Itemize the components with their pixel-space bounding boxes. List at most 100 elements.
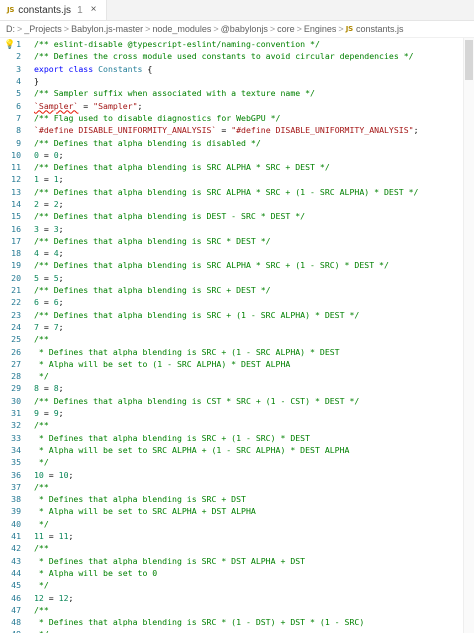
code-line[interactable]: 17 /** Defines that alpha blending is SRC… [0,235,474,247]
breadcrumb-item[interactable]: Babylon.js-master [71,24,143,34]
code-line[interactable]: 46 12 = 12; [0,591,474,603]
line-number: 32 [11,420,21,431]
lightbulb-icon[interactable]: 💡 [4,39,15,51]
code-line[interactable]: 18 4 = 4; [0,247,474,259]
code-line[interactable]: 20 5 = 5; [0,272,474,284]
code-text: 4 = 4; [34,248,64,259]
code-line[interactable]: 5 /** Sampler suffix when associated with… [0,87,474,99]
code-line[interactable]: 33 * Defines that alpha blending is SRC … [0,432,474,444]
line-number: 49 [0,629,34,633]
code-text: /** [34,543,49,554]
code-line[interactable]: 15 /** Defines that alpha blending is DES… [0,210,474,222]
code-line[interactable]: 26 * Defines that alpha blending is SRC … [0,345,474,357]
code-line[interactable]: 37 /** [0,481,474,493]
line-number: 7 [16,112,21,123]
line-number: 3 [16,63,21,74]
code-line[interactable]: 41 11 = 11; [0,530,474,542]
code-line[interactable]: 23 /** Defines that alpha blending is SRC… [0,309,474,321]
line-number: 19 [11,260,21,271]
line-number: 48 [11,617,21,628]
code-line[interactable]: 12 1 = 1; [0,173,474,185]
code-line[interactable]: 49 */ [0,628,474,633]
code-line[interactable]: 16 3 = 3; [0,222,474,234]
code-line[interactable]: 1 💡 /** eslint-disable @typescript-eslint/… [0,38,474,50]
line-number: 29 [11,383,21,394]
code-line[interactable]: 38 * Defines that alpha blending is SRC … [0,493,474,505]
line-number: 31 [11,408,21,419]
code-text: 10 = 10; [34,469,74,480]
code-line[interactable]: 29 8 = 8; [0,382,474,394]
code-line[interactable]: 27 * Alpha will be set to (1 - SRC ALPHA… [0,358,474,370]
breadcrumb-item[interactable]: _Projects [24,24,62,34]
close-icon[interactable]: × [91,5,97,15]
line-number: 46 [11,592,21,603]
code-line[interactable]: 14 2 = 2; [0,198,474,210]
code-line[interactable]: 30 /** Defines that alpha blending is CST… [0,395,474,407]
code-text: */ [34,580,49,591]
code-line[interactable]: 42 /** [0,542,474,554]
code-text: /** Defines that alpha blending is SRC A… [34,186,419,197]
code-text: export class Constants { [34,63,153,74]
code-line[interactable]: 6 `Sampler` = "Sampler"; [0,99,474,111]
line-number: 24 [11,321,21,332]
code-line[interactable]: 24 7 = 7; [0,321,474,333]
code-line[interactable]: 43 * Defines that alpha blending is SRC … [0,554,474,566]
code-line[interactable]: 36 10 = 10; [0,468,474,480]
code-line[interactable]: 13 /** Defines that alpha blending is SRC… [0,186,474,198]
code-line[interactable]: 35 */ [0,456,474,468]
line-number: 2 [16,51,21,62]
javascript-file-icon: JS [345,25,353,33]
code-text: /** Defines the cross module used consta… [34,51,414,62]
code-text: /** [34,604,49,615]
line-number: 40 [11,518,21,529]
code-line[interactable]: 32 /** [0,419,474,431]
vertical-scrollbar[interactable] [463,38,474,633]
line-number: 42 [11,543,21,554]
line-number: 36 [11,469,21,480]
breadcrumb-item[interactable]: D: [6,24,15,34]
code-line[interactable]: 28 */ [0,370,474,382]
code-text: */ [34,457,49,468]
code-line[interactable]: 39 * Alpha will be set to SRC ALPHA + DS… [0,505,474,517]
code-line[interactable]: 44 * Alpha will be set to 0 [0,567,474,579]
breadcrumb-item[interactable]: Engines [304,24,337,34]
scrollbar-thumb[interactable] [465,40,473,80]
code-line[interactable]: 11 /** Defines that alpha blending is SRC… [0,161,474,173]
code-line[interactable]: 22 6 = 6; [0,296,474,308]
line-number: 23 [11,309,21,320]
code-text: 8 = 8; [34,383,64,394]
code-line[interactable]: 4} [0,75,474,87]
tab-constants-js[interactable]: JS constants.js 1 × [0,0,108,20]
code-line[interactable]: 47 /** [0,604,474,616]
code-line[interactable]: 45 */ [0,579,474,591]
code-line[interactable]: 7 /** Flag used to disable diagnostics fo… [0,112,474,124]
code-line[interactable]: 40 */ [0,518,474,530]
breadcrumb-item[interactable]: node_modules [152,24,211,34]
breadcrumb-item[interactable]: core [277,24,295,34]
line-number: 5 [16,88,21,99]
code-line[interactable]: 8 `#define DISABLE_UNIFORMITY_ANALYSIS` =… [0,124,474,136]
code-line[interactable]: 2 /** Defines the cross module used const… [0,50,474,62]
code-line[interactable]: 21 /** Defines that alpha blending is SRC… [0,284,474,296]
code-line[interactable]: 19 /** Defines that alpha blending is SRC… [0,259,474,271]
code-line[interactable]: 34 * Alpha will be set to SRC ALPHA + (1… [0,444,474,456]
code-line[interactable]: 31 9 = 9; [0,407,474,419]
code-text: 2 = 2; [34,199,64,209]
code-line[interactable]: 3 export class Constants { [0,63,474,75]
code-line[interactable]: 10 0 = 0; [0,149,474,161]
code-line[interactable]: 48 * Defines that alpha blending is SRC … [0,616,474,628]
breadcrumb-item[interactable]: constants.js [356,24,404,34]
line-number: 26 [11,346,21,357]
code-text: /** eslint-disable @typescript-eslint/na… [34,39,320,50]
breadcrumb-separator: > [213,24,219,34]
code-editor[interactable]: 1 💡 /** eslint-disable @typescript-eslint/… [0,38,474,633]
line-number: 34 [11,444,21,455]
breadcrumb-separator: > [269,24,276,34]
breadcrumb-separator: > [296,24,302,34]
breadcrumb-item[interactable]: @babylonjs [221,24,268,34]
code-line[interactable]: 25 /** [0,333,474,345]
breadcrumb-separator: > [338,24,344,34]
code-line[interactable]: 9 /** Defines that alpha blending is disa… [0,136,474,148]
code-text: * Alpha will be set to 0 [34,567,158,578]
line-number: 11 [11,162,21,173]
